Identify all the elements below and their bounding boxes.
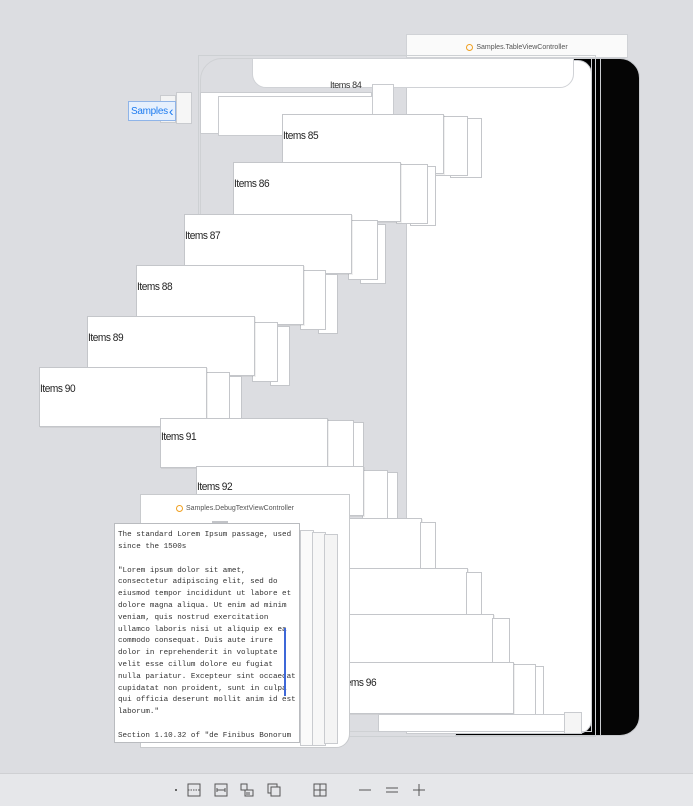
show-clipped-content-icon[interactable] [186, 782, 202, 798]
debug-text-view-controller-title[interactable]: Samples.DebugTextViewController [140, 494, 330, 524]
view-spacing-icon[interactable] [239, 782, 255, 798]
toggle-wireframe-icon[interactable] [312, 782, 328, 798]
table-bottom-layer [378, 714, 566, 732]
cell-back-layer [420, 522, 436, 572]
cell-back-layer [252, 322, 278, 382]
layers-icon[interactable] [266, 782, 282, 798]
view-controller-icon [175, 504, 183, 512]
table-row-91[interactable]: Items 91 [160, 418, 328, 468]
zoom-in-icon[interactable] [411, 782, 427, 798]
table-row-86[interactable]: Items 86 [233, 162, 401, 222]
view-hierarchy-canvas[interactable]: Samples.TableViewController Samples ‹ It… [0, 0, 693, 773]
debug-text-view[interactable]: The standard Lorem Ipsum passage, used s… [114, 523, 300, 743]
chevron-left-icon: ‹ [168, 103, 174, 119]
cell-back-layer [348, 220, 378, 280]
table-bottom-layer [564, 712, 582, 734]
nav-bar-layer [176, 92, 192, 124]
device-layer [600, 58, 640, 736]
text-paragraph: "Lorem ipsum dolor sit amet, consectetur… [118, 566, 300, 717]
table-row-96[interactable]: Items 96 [340, 662, 514, 714]
text-cursor [284, 628, 286, 696]
text-paragraph: The standard Lorem Ipsum passage, used s… [118, 531, 296, 551]
toolbar-separator-dot [175, 789, 177, 791]
cell-back-layer [492, 618, 510, 666]
table-cell-label: Items 84 [330, 80, 362, 90]
text-view-layer [324, 534, 338, 744]
text-paragraph: Section 1.10.32 of "de Finibus Bonorum e… [118, 731, 292, 740]
back-button[interactable]: Samples ‹ [128, 101, 177, 121]
debug-view-toolbar [0, 773, 693, 806]
reset-zoom-icon[interactable] [384, 782, 400, 798]
view-controller-icon [466, 43, 474, 51]
zoom-out-icon[interactable] [357, 782, 373, 798]
cell-back-layer [466, 572, 482, 618]
show-constraints-icon[interactable] [213, 782, 229, 798]
cell-back-layer [362, 470, 388, 522]
